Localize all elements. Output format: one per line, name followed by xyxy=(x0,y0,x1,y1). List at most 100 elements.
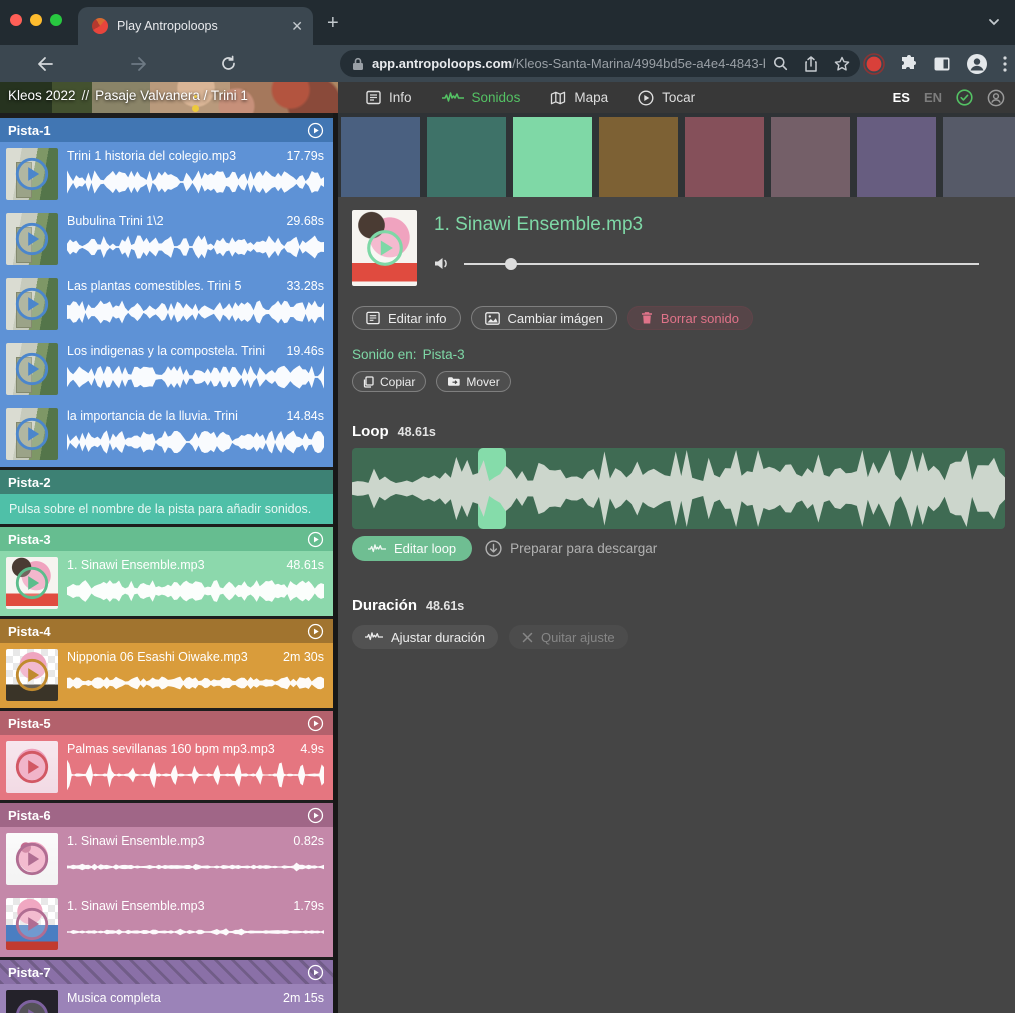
account-icon[interactable] xyxy=(987,89,1005,107)
edit-info-button[interactable]: Editar info xyxy=(352,306,461,330)
track-header[interactable]: Pista-7 xyxy=(0,960,333,984)
clip-play-icon[interactable] xyxy=(13,748,51,786)
back-button[interactable] xyxy=(36,56,58,72)
sound-thumbnail[interactable] xyxy=(352,210,417,286)
clip-play-icon[interactable] xyxy=(13,285,51,323)
new-tab-button[interactable]: + xyxy=(327,13,339,33)
track-color-swatch-2[interactable] xyxy=(427,117,506,197)
track-color-swatch-1[interactable] xyxy=(341,117,420,197)
tab-close-icon[interactable]: ✕ xyxy=(291,19,303,33)
track-header[interactable]: Pista-6 xyxy=(0,803,333,827)
address-bar[interactable]: app.antropoloops.com/Kleos-Santa-Marina/… xyxy=(340,50,860,77)
clip-thumbnail[interactable] xyxy=(6,990,58,1013)
volume-slider[interactable] xyxy=(464,257,979,271)
clip-thumbnail[interactable] xyxy=(6,898,58,950)
track-header[interactable]: Pista-5 xyxy=(0,711,333,735)
profile-avatar-icon[interactable] xyxy=(966,53,988,75)
edit-loop-button[interactable]: Editar loop xyxy=(352,536,472,561)
project-map-banner[interactable]: Kleos 2022//Pasaje Valvanera / Trini 1 xyxy=(0,82,338,113)
change-image-button[interactable]: Cambiar imágen xyxy=(471,306,617,330)
track-play-button[interactable] xyxy=(307,531,324,548)
track-color-swatch-6[interactable] xyxy=(771,117,850,197)
clip-row[interactable]: Los indigenas y la compostela. Trini 19.… xyxy=(0,337,333,402)
delete-sound-button[interactable]: Borrar sonido xyxy=(627,306,753,330)
clip-play-icon[interactable] xyxy=(13,840,51,878)
bookmark-star-icon[interactable] xyxy=(834,56,850,72)
language-es[interactable]: ES xyxy=(893,90,910,105)
sound-play-icon[interactable] xyxy=(364,227,406,269)
volume-slider-thumb[interactable] xyxy=(505,258,517,270)
track-play-button[interactable] xyxy=(307,623,324,640)
track-color-swatch-7[interactable] xyxy=(857,117,936,197)
clip-play-icon[interactable] xyxy=(13,415,51,453)
nav-tab-mapa[interactable]: Mapa xyxy=(550,90,608,105)
menu-kebab-icon[interactable] xyxy=(1003,56,1007,72)
track-color-swatch-5[interactable] xyxy=(685,117,764,197)
close-window-button[interactable] xyxy=(10,14,22,26)
clip-thumbnail[interactable] xyxy=(6,833,58,885)
clip-thumbnail[interactable] xyxy=(6,741,58,793)
chevron-down-icon[interactable] xyxy=(987,15,1001,29)
clip-play-icon[interactable] xyxy=(13,350,51,388)
clip-thumbnail[interactable] xyxy=(6,148,58,200)
nav-tab-sonidos[interactable]: Sonidos xyxy=(442,90,521,105)
clip-row[interactable]: 1. Sinawi Ensemble.mp3 48.61s xyxy=(0,551,333,616)
clip-play-icon[interactable] xyxy=(13,656,51,694)
loop-waveform-box[interactable] xyxy=(352,448,1005,529)
track-header[interactable]: Pista-2 xyxy=(0,470,333,494)
remove-adjust-button[interactable]: Quitar ajuste xyxy=(509,625,628,649)
clip-thumbnail[interactable] xyxy=(6,213,58,265)
forward-button[interactable] xyxy=(130,56,152,72)
clip-row[interactable]: Trini 1 historia del colegio.mp3 17.79s xyxy=(0,142,333,207)
copy-button[interactable]: Copiar xyxy=(352,371,426,392)
prepare-download-button[interactable]: Preparar para descargar xyxy=(485,540,657,557)
sound-location-track-link[interactable]: Pista-3 xyxy=(423,347,465,362)
language-en[interactable]: EN xyxy=(924,90,942,105)
clip-title: Nipponia 06 Esashi Oiwake.mp3 xyxy=(67,650,248,664)
side-panel-icon[interactable] xyxy=(933,55,951,73)
extensions-puzzle-icon[interactable] xyxy=(900,55,918,73)
clip-thumbnail[interactable] xyxy=(6,408,58,460)
clip-row[interactable]: Nipponia 06 Esashi Oiwake.mp3 2m 30s xyxy=(0,643,333,708)
record-extension-icon[interactable] xyxy=(863,53,885,75)
clip-play-icon[interactable] xyxy=(13,155,51,193)
clip-row[interactable]: Bubulina Trini 1\2 29.68s xyxy=(0,207,333,272)
breadcrumb-track[interactable]: Pasaje Valvanera / Trini 1 xyxy=(95,88,248,103)
clip-thumbnail[interactable] xyxy=(6,278,58,330)
minimize-window-button[interactable] xyxy=(30,14,42,26)
clip-thumbnail[interactable] xyxy=(6,343,58,395)
track-play-button[interactable] xyxy=(307,964,324,981)
nav-tab-tocar[interactable]: Tocar xyxy=(638,90,695,106)
track-play-button[interactable] xyxy=(307,122,324,139)
track-color-swatch-8[interactable] xyxy=(943,117,1015,197)
clip-row[interactable]: Musica completa 2m 15s xyxy=(0,984,333,1013)
track-header[interactable]: Pista-4 xyxy=(0,619,333,643)
track-color-swatch-4[interactable] xyxy=(599,117,678,197)
nav-tab-info[interactable]: Info xyxy=(366,90,412,105)
clip-play-icon[interactable] xyxy=(13,905,51,943)
track-color-swatch-3[interactable] xyxy=(513,117,592,197)
breadcrumb-project[interactable]: Kleos 2022 xyxy=(8,88,76,103)
clip-row[interactable]: Las plantas comestibles. Trini 5 33.28s xyxy=(0,272,333,337)
track-header[interactable]: Pista-1 xyxy=(0,118,333,142)
track-play-button[interactable] xyxy=(307,807,324,824)
clip-row[interactable]: 1. Sinawi Ensemble.mp3 0.82s xyxy=(0,827,333,892)
track-header[interactable]: Pista-3 xyxy=(0,527,333,551)
share-icon[interactable] xyxy=(804,56,818,72)
clip-thumbnail[interactable] xyxy=(6,557,58,609)
clip-row[interactable]: la importancia de la lluvia. Trini 14.84… xyxy=(0,402,333,467)
zoom-icon[interactable] xyxy=(773,56,788,71)
clip-play-icon[interactable] xyxy=(13,564,51,602)
adjust-duration-button[interactable]: Ajustar duración xyxy=(352,625,498,649)
browser-tab[interactable]: Play Antropoloops ✕ xyxy=(78,7,313,45)
reload-button[interactable] xyxy=(220,55,242,72)
clip-play-icon[interactable] xyxy=(13,997,51,1013)
clip-row[interactable]: 1. Sinawi Ensemble.mp3 1.79s xyxy=(0,892,333,957)
clip-thumbnail[interactable] xyxy=(6,649,58,701)
move-button[interactable]: Mover xyxy=(436,371,510,392)
clip-row[interactable]: Palmas sevillanas 160 bpm mp3.mp3 4.9s xyxy=(0,735,333,800)
zoom-window-button[interactable] xyxy=(50,14,62,26)
track-play-button[interactable] xyxy=(307,715,324,732)
clip-play-icon[interactable] xyxy=(13,220,51,258)
clip-title: Los indigenas y la compostela. Trini xyxy=(67,344,265,358)
